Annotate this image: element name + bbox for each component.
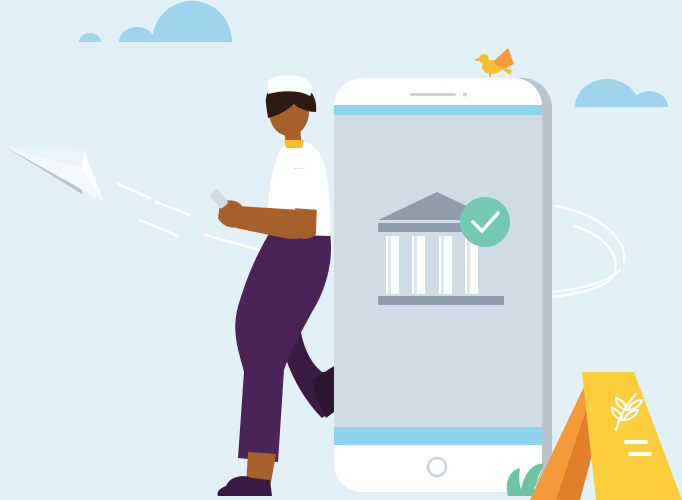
checkmark-icon: [460, 197, 510, 247]
illustration-canvas: [0, 0, 682, 500]
sign-line-1: [624, 440, 648, 444]
person-sleeve: [290, 168, 324, 210]
phone-speaker: [410, 93, 456, 96]
sign-line-2: [628, 452, 652, 456]
phone-screen: [334, 105, 542, 445]
phone: [334, 78, 542, 492]
person-collar: [284, 140, 304, 148]
phone-top-accent-bar: [334, 105, 542, 115]
phone-camera: [463, 92, 467, 97]
phone-bottom-accent-bar: [334, 427, 542, 445]
banking-app-illustration: [0, 0, 682, 500]
